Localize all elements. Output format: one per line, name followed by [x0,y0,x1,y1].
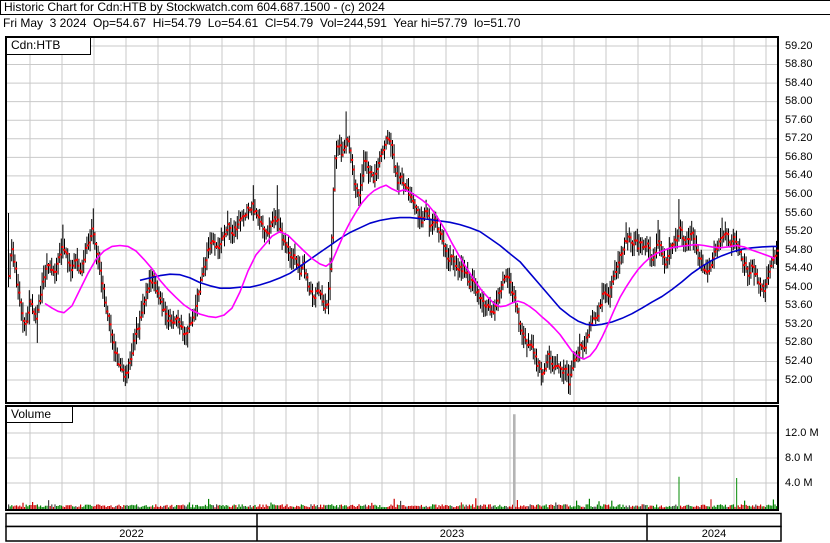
price-tick-label: 52.00 [785,373,813,386]
stockwatch-historic-chart: Historic Chart for Cdn:HTB by Stockwatch… [0,0,830,543]
quote-line: Fri May 3 2024 Op=54.67 Hi=54.79 Lo=54.6… [3,16,521,30]
price-tick-label: 57.20 [785,132,813,145]
price-tick-label: 54.40 [785,262,813,275]
volume-tick-label: 4.0 M [785,476,813,489]
year-label: 2022 [119,528,144,540]
volume-tick-label: 12.0 M [785,426,819,439]
price-tick-label: 56.00 [785,187,813,200]
volume-pane-label: Volume [7,407,73,423]
title-bar: Historic Chart for Cdn:HTB by Stockwatch… [0,0,830,15]
price-tick-label: 54.00 [785,280,813,293]
price-tick-label: 53.60 [785,299,813,312]
price-tick-label: 57.60 [785,113,813,126]
year-label: 2023 [439,528,465,540]
price-tick-label: 58.00 [785,95,813,108]
price-tick-label: 54.80 [785,243,813,256]
volume-tick-label: 8.0 M [785,451,813,464]
price-tick-label: 55.20 [785,225,813,238]
price-tick-label: 56.40 [785,169,813,182]
price-tick-label: 53.20 [785,317,813,330]
symbol-label: Cdn:HTB [7,38,91,55]
year-label: 2024 [701,528,727,540]
price-tick-label: 56.80 [785,150,813,163]
price-tick-label: 59.20 [785,39,813,52]
price-tick-label: 55.60 [785,206,813,219]
price-tick-label: 58.40 [785,76,813,89]
price-tick-label: 52.40 [785,354,813,367]
chart-canvas [5,36,782,542]
price-tick-label: 58.80 [785,58,813,71]
price-tick-label: 52.80 [785,336,813,349]
